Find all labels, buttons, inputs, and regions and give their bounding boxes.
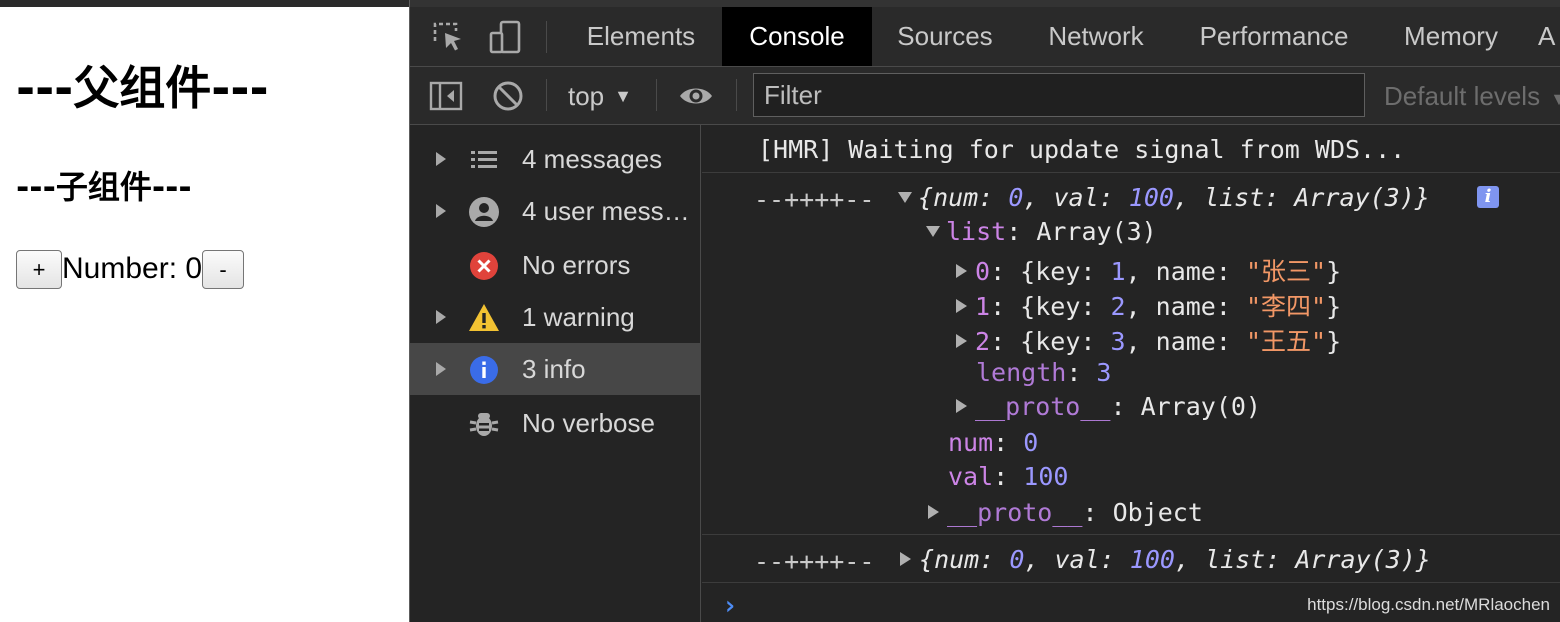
object-property-val: val: 100 xyxy=(948,462,1069,491)
tab-memory[interactable]: Memory xyxy=(1386,7,1516,66)
sidebar-item-label: No verbose xyxy=(522,408,655,438)
tab-console[interactable]: Console xyxy=(722,7,872,66)
array-item[interactable]: 2: {key: 3, name: "王五"} xyxy=(956,322,1341,358)
log-levels-label: Default levels xyxy=(1384,81,1541,111)
devtools-panel: Elements Console Sources Network Perform… xyxy=(410,0,1560,622)
object-property-num: num: 0 xyxy=(948,428,1039,457)
filter-input[interactable] xyxy=(753,73,1365,117)
sidebar-item-label: 4 messages xyxy=(522,144,663,174)
watermark-text: https://blog.csdn.net/MRlaochen xyxy=(1307,595,1550,614)
log-prefix: --++++-- xyxy=(754,547,875,576)
bug-icon xyxy=(469,413,499,436)
object-property-list[interactable]: list: Array(3) xyxy=(926,217,1157,246)
expand-arrow-icon[interactable] xyxy=(436,362,446,376)
context-label: top xyxy=(568,81,605,111)
tab-elements[interactable]: Elements xyxy=(570,7,712,66)
sidebar-item-warnings[interactable]: 1 warning xyxy=(410,291,700,343)
object-summary[interactable]: {num: 0, val: 100, list: Array(3)} xyxy=(900,545,1431,574)
warning-icon xyxy=(469,304,499,331)
page-top-strip xyxy=(0,0,409,7)
app-page: ---父组件--- ---子组件--- + Number: 0 - xyxy=(0,0,409,622)
tab-performance[interactable]: Performance xyxy=(1184,7,1364,66)
user-icon xyxy=(469,197,499,227)
collapse-arrow-icon[interactable] xyxy=(898,191,912,203)
expand-arrow-icon[interactable] xyxy=(956,299,967,313)
expand-arrow-icon[interactable] xyxy=(900,552,911,566)
sidebar-item-user-messages[interactable]: 4 user mess… xyxy=(410,185,700,237)
sidebar-item-messages[interactable]: 4 messages xyxy=(410,133,700,185)
info-badge-icon[interactable]: i xyxy=(1477,186,1499,208)
clear-console-icon[interactable] xyxy=(490,78,526,114)
inspect-element-icon[interactable] xyxy=(430,19,466,55)
object-proto-property[interactable]: __proto__: Object xyxy=(928,498,1203,527)
device-toolbar-icon[interactable] xyxy=(488,19,524,55)
expand-arrow-icon[interactable] xyxy=(956,399,967,413)
expand-arrow-icon[interactable] xyxy=(956,264,967,278)
console-toolbar: top ▼ Default levels ▼ xyxy=(410,67,1560,125)
info-icon xyxy=(470,356,498,384)
expand-arrow-icon[interactable] xyxy=(436,204,446,218)
sidebar-item-errors[interactable]: No errors xyxy=(410,239,700,291)
devtools-tabbar: Elements Console Sources Network Perform… xyxy=(410,7,1560,67)
array-item[interactable]: 0: {key: 1, name: "张三"} xyxy=(956,252,1341,288)
expand-arrow-icon[interactable] xyxy=(956,334,967,348)
parent-heading: ---父组件--- xyxy=(16,61,269,115)
expand-arrow-icon[interactable] xyxy=(928,505,939,519)
sidebar-item-info[interactable]: 3 info xyxy=(410,343,700,395)
array-item[interactable]: 1: {key: 2, name: "李四"} xyxy=(956,287,1341,323)
console-message-object-expanded[interactable]: --++++-- {num: 0, val: 100, list: Array(… xyxy=(702,173,1560,535)
array-proto-property[interactable]: __proto__: Array(0) xyxy=(956,392,1261,421)
toolbar-separator xyxy=(546,79,547,111)
toolbar-separator xyxy=(656,79,657,111)
console-message-hmr[interactable]: [HMR] Waiting for update signal from WDS… xyxy=(702,125,1560,173)
tab-network[interactable]: Network xyxy=(1030,7,1162,66)
sidebar-item-label: 4 user mess… xyxy=(522,196,690,226)
number-display: Number: 0 xyxy=(62,252,203,285)
devtools-top-strip xyxy=(410,0,1560,7)
sidebar-item-label: 1 warning xyxy=(522,302,635,332)
tabbar-separator xyxy=(546,21,547,53)
log-prefix: --++++-- xyxy=(754,185,875,214)
increment-button[interactable]: + xyxy=(16,249,62,289)
console-sidebar: 4 messages 4 user mess… No errors 1 warn… xyxy=(410,125,701,622)
collapse-arrow-icon[interactable] xyxy=(926,225,940,237)
toolbar-separator xyxy=(736,79,737,111)
console-prompt-icon[interactable]: › xyxy=(722,591,738,621)
sidebar-item-label: No errors xyxy=(522,250,631,280)
sidebar-item-verbose[interactable]: No verbose xyxy=(410,397,700,449)
sidebar-toggle-icon[interactable] xyxy=(428,78,464,114)
counter-row: + Number: 0 - xyxy=(16,248,245,290)
chevron-down-icon: ▼ xyxy=(1550,89,1560,109)
console-output: [HMR] Waiting for update signal from WDS… xyxy=(702,125,1560,622)
chevron-down-icon: ▼ xyxy=(614,86,632,106)
expand-arrow-icon[interactable] xyxy=(436,310,446,324)
child-heading: ---子组件--- xyxy=(16,168,192,206)
context-selector[interactable]: top ▼ xyxy=(568,79,632,113)
expand-arrow-icon[interactable] xyxy=(436,152,446,166)
sidebar-item-label: 3 info xyxy=(522,354,586,384)
error-icon xyxy=(470,252,498,280)
console-message-object-collapsed[interactable]: --++++-- {num: 0, val: 100, list: Array(… xyxy=(702,535,1560,583)
object-summary[interactable]: {num: 0, val: 100, list: Array(3)} xyxy=(898,183,1430,212)
console-message-text: [HMR] Waiting for update signal from WDS… xyxy=(758,135,1406,164)
list-icon xyxy=(471,151,497,168)
array-length-property: length: 3 xyxy=(976,358,1112,387)
tab-more[interactable]: A xyxy=(1538,7,1560,66)
tab-sources[interactable]: Sources xyxy=(882,7,1008,66)
live-expression-eye-icon[interactable] xyxy=(678,78,714,114)
log-levels-dropdown[interactable]: Default levels ▼ xyxy=(1384,79,1560,113)
decrement-button[interactable]: - xyxy=(202,249,245,289)
